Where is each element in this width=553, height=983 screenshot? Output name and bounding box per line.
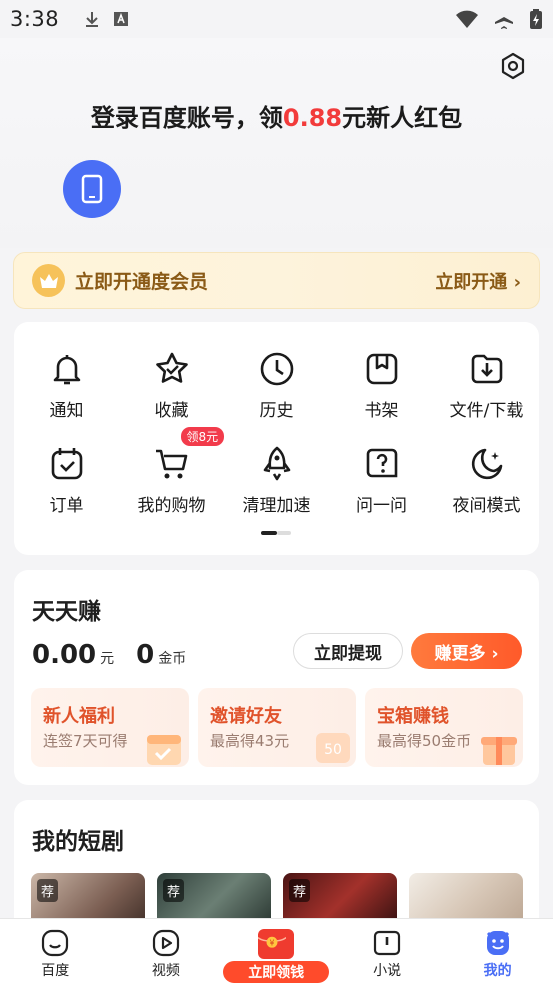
grid-label: 订单 (49, 496, 84, 516)
task-newcomer[interactable]: 新人福利 连签7天可得 (31, 688, 189, 767)
crown-icon (32, 264, 65, 297)
font-status-icon (114, 12, 129, 26)
profile-face-icon (486, 931, 509, 955)
battery-icon (530, 9, 542, 29)
grid-label: 书架 (364, 401, 399, 421)
download-status-icon (86, 12, 99, 27)
grid-item-history[interactable]: 历史 (224, 350, 329, 421)
task-subtitle: 最高得43元 (210, 732, 290, 750)
task-subtitle: 最高得50金币 (377, 732, 472, 750)
coupon-icon: 50 (316, 733, 350, 763)
grid-label: 夜间模式 (452, 496, 521, 516)
grid-item-ask[interactable]: 问一问 (329, 445, 434, 516)
book-icon (373, 930, 401, 956)
svg-text:50: 50 (324, 742, 342, 758)
task-title: 宝箱赚钱 (377, 706, 449, 727)
cash-value: 0.00 (32, 640, 97, 670)
download-icon (471, 354, 502, 384)
gift-box-icon (481, 737, 517, 765)
tab-video[interactable]: 视频 (111, 919, 222, 983)
play-icon (152, 929, 179, 957)
grid-item-shopping[interactable]: 领8元 我的购物 (119, 427, 225, 516)
cash-unit: 元 (100, 651, 115, 667)
grid-label: 我的购物 (137, 496, 206, 516)
moon-icon (471, 448, 502, 480)
grid-label: 文件/下载 (449, 401, 524, 421)
recommend-tag: 荐 (163, 879, 185, 902)
question-icon (366, 448, 397, 478)
svg-text:¥: ¥ (270, 938, 275, 947)
tab-label: 百度 (41, 963, 70, 979)
grid-item-favorites[interactable]: 收藏 (119, 350, 224, 421)
tab-label: 立即领钱 (223, 961, 330, 983)
grid-label: 通知 (49, 401, 84, 421)
recommend-tag: 荐 (37, 879, 59, 902)
login-suffix: 元新人红包 (342, 104, 463, 132)
wifi-icon (456, 10, 478, 28)
tab-baidu[interactable]: 百度 (0, 919, 111, 983)
vip-open-button[interactable]: 立即开通 › (435, 268, 521, 294)
drama-title: 我的短剧 (32, 829, 124, 855)
grid-item-downloads[interactable]: 文件/下载 (434, 350, 539, 421)
tab-novel[interactable]: 小说 (332, 919, 443, 983)
rocket-icon (263, 446, 290, 481)
withdraw-button[interactable]: 立即提现 (293, 633, 403, 669)
earn-title: 天天赚 (32, 599, 101, 625)
tools-grid: 通知 收藏 历史 书架 文件/下载 订单 领8元 我的购物 清理加速 问一问 夜… (14, 322, 539, 555)
coin-unit: 金币 (158, 651, 187, 667)
vip-title: 立即开通度会员 (75, 271, 209, 293)
shopping-badge: 领8元 (180, 427, 225, 446)
red-packet-icon: ¥ (257, 929, 295, 959)
star-icon (155, 352, 188, 383)
task-treasure[interactable]: 宝箱赚钱 最高得50金币 (365, 688, 523, 767)
status-time: 3:38 (10, 7, 60, 31)
grid-item-cleanup[interactable]: 清理加速 (224, 445, 329, 516)
login-prefix: 登录百度账号，领 (90, 104, 283, 132)
settings-icon[interactable] (499, 52, 527, 80)
task-subtitle: 连签7天可得 (43, 732, 128, 750)
baidu-face-icon (42, 929, 69, 957)
grid-label: 问一问 (356, 496, 407, 516)
grid-pager (261, 531, 291, 535)
coin-value: 0 (136, 640, 155, 670)
grid-item-bookshelf[interactable]: 书架 (329, 350, 434, 421)
login-amount: 0.88 (282, 104, 343, 132)
login-prompt[interactable]: 登录百度账号，领0.88元新人红包 (0, 98, 553, 133)
task-title: 邀请好友 (210, 706, 282, 727)
cart-icon (155, 449, 187, 479)
task-invite[interactable]: 邀请好友 最高得43元 50 (198, 688, 356, 767)
phone-icon (81, 174, 103, 204)
order-icon (51, 448, 82, 480)
tab-label: 我的 (483, 963, 512, 979)
tab-mine[interactable]: 我的 (442, 919, 553, 983)
task-title: 新人福利 (43, 706, 115, 727)
bell-icon (53, 355, 80, 385)
grid-item-night-mode[interactable]: 夜间模式 (434, 445, 539, 516)
tab-label: 小说 (373, 963, 402, 979)
grid-item-orders[interactable]: 订单 (14, 445, 119, 516)
earn-balance: 0.00 元 0 金币 (32, 640, 186, 670)
grid-label: 历史 (259, 401, 294, 421)
recommend-tag: 荐 (289, 879, 311, 902)
status-bar: 3:38 (0, 0, 553, 38)
tab-label: 视频 (151, 963, 180, 979)
tab-get-money[interactable]: ¥ 立即领钱 (221, 919, 332, 983)
bottom-tab-bar: 百度 视频 ¥ 立即领钱 小说 我的 (0, 918, 553, 983)
earn-more-button[interactable]: 赚更多 › (411, 633, 522, 669)
grid-label: 收藏 (154, 401, 189, 421)
grid-item-notify[interactable]: 通知 (14, 350, 119, 421)
vip-banner[interactable]: 立即开通度会员 立即开通 › (13, 252, 540, 309)
earn-card: 天天赚 0.00 元 0 金币 立即提现 赚更多 › 新人福利 连签7天可得 邀… (14, 570, 539, 785)
calendar-icon (147, 735, 181, 765)
clock-icon (260, 352, 293, 386)
grid-label: 清理加速 (242, 496, 311, 516)
phone-login-button[interactable] (63, 160, 121, 218)
bookshelf-icon (366, 353, 397, 385)
airplane-icon (495, 9, 513, 29)
